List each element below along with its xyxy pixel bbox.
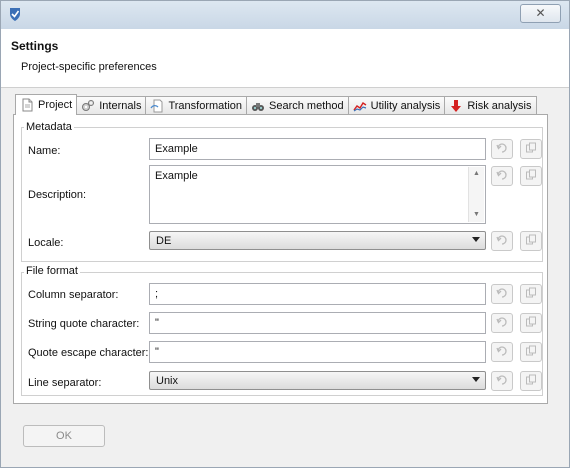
description-field[interactable]: Example ▲ ▼	[149, 165, 486, 224]
title-bar[interactable]: ✕	[1, 1, 569, 30]
quote-escape-field[interactable]: "	[149, 341, 486, 363]
metadata-legend: Metadata	[24, 121, 74, 133]
restore-default-icon	[496, 287, 508, 302]
name-label: Name:	[28, 145, 61, 157]
tab-transformation[interactable]: Transformation	[145, 96, 248, 114]
name-value: Example	[155, 143, 198, 155]
copy-icon	[525, 142, 537, 157]
copy-icon	[525, 287, 537, 302]
copy-icon	[525, 374, 537, 389]
restore-default-icon	[496, 169, 508, 184]
tab-utility-analysis[interactable]: Utility analysis	[347, 96, 446, 114]
chevron-down-icon	[472, 237, 480, 242]
column-separator-label: Column separator:	[28, 289, 119, 301]
tab-risk-analysis[interactable]: Risk analysis	[444, 96, 537, 114]
copy-button[interactable]	[520, 284, 542, 304]
restore-default-icon	[496, 142, 508, 157]
scroll-down-icon[interactable]: ▼	[469, 208, 484, 222]
dialog-header: Settings Project-specific preferences	[1, 29, 569, 88]
ok-button[interactable]: OK	[23, 425, 105, 447]
restore-default-icon	[496, 374, 508, 389]
tab-search-method[interactable]: Search method	[246, 96, 349, 114]
chart-line-icon	[353, 99, 367, 113]
scroll-up-icon[interactable]: ▲	[469, 167, 484, 181]
restore-default-button[interactable]	[491, 139, 513, 159]
locale-select[interactable]: DE	[149, 231, 486, 250]
tab-label: Risk analysis	[467, 99, 532, 112]
close-button[interactable]: ✕	[520, 4, 561, 23]
tab-label: Search method	[269, 99, 344, 112]
tab-internals[interactable]: Internals	[76, 96, 147, 114]
copy-icon	[525, 169, 537, 184]
column-separator-field[interactable]: ;	[149, 283, 486, 305]
string-quote-label: String quote character:	[28, 318, 140, 330]
restore-default-button[interactable]	[491, 313, 513, 333]
copy-button[interactable]	[520, 371, 542, 391]
copy-button[interactable]	[520, 139, 542, 159]
copy-button[interactable]	[520, 166, 542, 186]
quote-escape-label: Quote escape character:	[28, 347, 149, 359]
copy-button[interactable]	[520, 342, 542, 362]
line-separator-value: Unix	[156, 374, 179, 387]
copy-icon	[525, 316, 537, 331]
description-value: Example	[155, 170, 198, 182]
name-field[interactable]: Example	[149, 138, 486, 160]
locale-label: Locale:	[28, 237, 64, 249]
app-shield-icon	[7, 6, 23, 22]
restore-default-icon	[496, 316, 508, 331]
string-quote-field[interactable]: "	[149, 312, 486, 334]
tab-project[interactable]: Project	[15, 94, 78, 115]
locale-value: DE	[156, 234, 172, 247]
string-quote-value: "	[155, 317, 159, 329]
restore-default-button[interactable]	[491, 166, 513, 186]
tab-label: Internals	[99, 99, 142, 112]
tab-bar: Project Internals Transformation Search …	[15, 94, 537, 115]
tab-panel-project: Metadata Name: Example Description: Exam…	[13, 114, 548, 404]
restore-default-button[interactable]	[491, 342, 513, 362]
restore-default-icon	[496, 345, 508, 360]
column-separator-value: ;	[155, 288, 159, 300]
settings-dialog: ✕ Settings Project-specific preferences …	[0, 0, 570, 468]
copy-icon	[525, 234, 537, 249]
restore-default-button[interactable]	[491, 284, 513, 304]
gears-icon	[81, 99, 95, 113]
description-label: Description:	[28, 189, 87, 201]
copy-button[interactable]	[520, 313, 542, 333]
restore-default-button[interactable]	[491, 371, 513, 391]
file-format-legend: File format	[24, 265, 80, 277]
tab-label: Project	[38, 99, 73, 111]
line-separator-select[interactable]: Unix	[149, 371, 486, 390]
transform-document-icon	[150, 99, 164, 113]
risk-arrow-icon	[449, 99, 463, 113]
page-title: Settings	[11, 39, 59, 53]
quote-escape-value: "	[155, 346, 159, 358]
tab-label: Transformation	[168, 99, 243, 112]
restore-default-icon	[496, 234, 508, 249]
tab-label: Utility analysis	[370, 99, 441, 112]
copy-button[interactable]	[520, 231, 542, 251]
close-icon: ✕	[535, 6, 546, 20]
chevron-down-icon	[472, 377, 480, 382]
copy-icon	[525, 345, 537, 360]
description-scrollbar[interactable]: ▲ ▼	[468, 167, 484, 222]
document-icon	[20, 98, 34, 112]
restore-default-button[interactable]	[491, 231, 513, 251]
page-subtitle: Project-specific preferences	[21, 61, 157, 73]
binoculars-icon	[251, 99, 265, 113]
line-separator-label: Line separator:	[28, 377, 102, 389]
